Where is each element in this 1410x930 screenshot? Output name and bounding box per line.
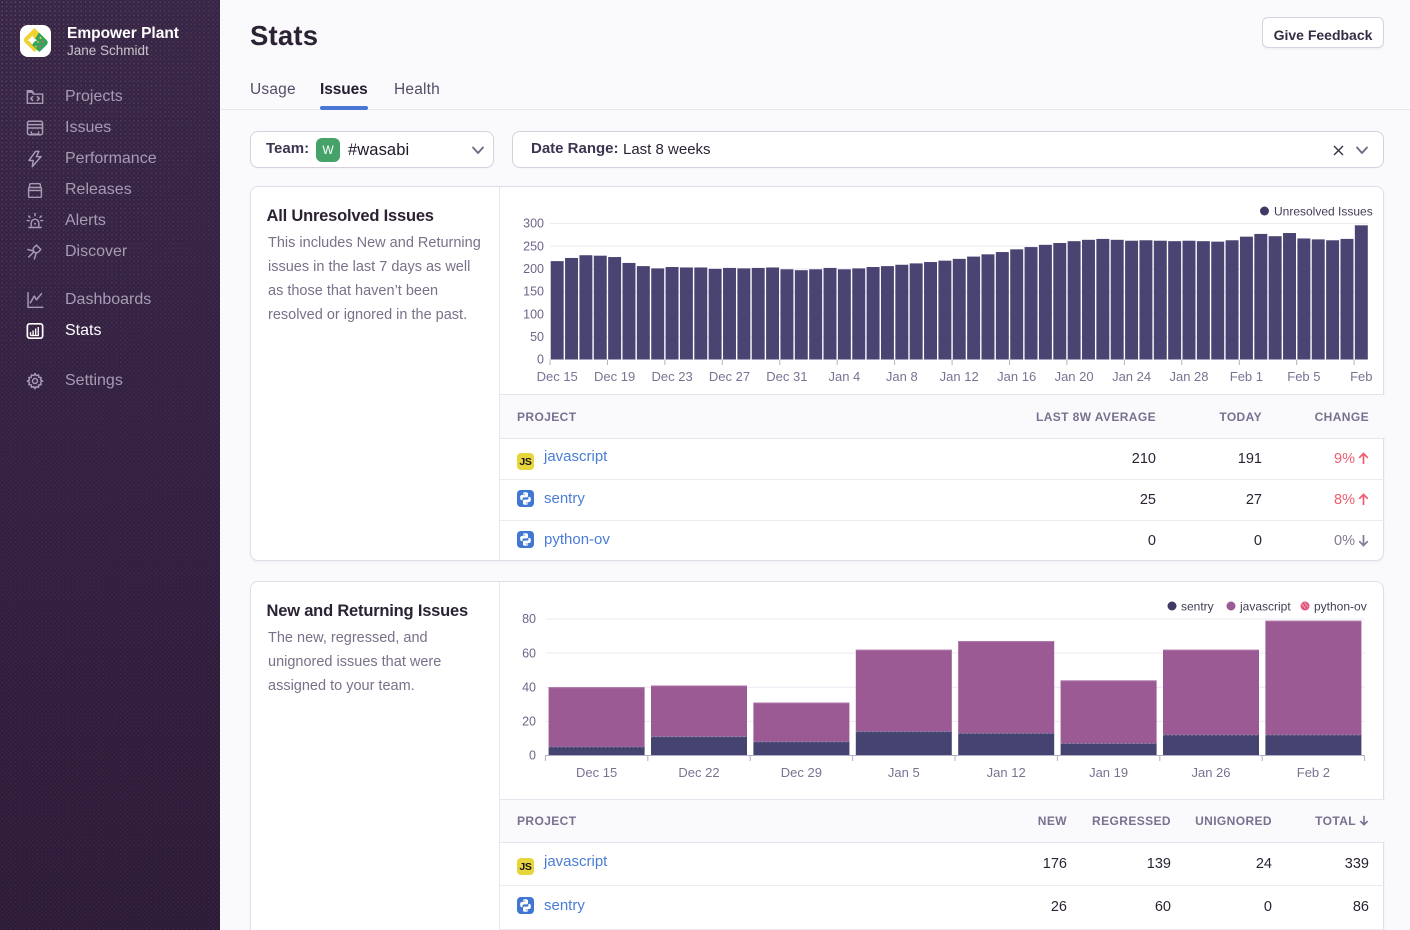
- svg-text:100: 100: [523, 307, 544, 321]
- svg-text:Dec 23: Dec 23: [651, 369, 692, 384]
- svg-text:python-ov: python-ov: [1314, 600, 1367, 614]
- svg-text:60: 60: [522, 646, 536, 660]
- svg-text:Jan 4: Jan 4: [828, 369, 860, 384]
- svg-text:Dec 27: Dec 27: [709, 369, 750, 384]
- svg-text:Jan 24: Jan 24: [1112, 369, 1151, 384]
- svg-text:Jan 20: Jan 20: [1055, 369, 1094, 384]
- svg-text:300: 300: [523, 217, 544, 231]
- svg-text:Dec 29: Dec 29: [781, 765, 822, 780]
- svg-text:Jan 5: Jan 5: [888, 765, 920, 780]
- svg-text:sentry: sentry: [1181, 600, 1214, 614]
- svg-text:Dec 19: Dec 19: [594, 369, 635, 384]
- svg-text:Jan 26: Jan 26: [1191, 765, 1230, 780]
- svg-text:250: 250: [523, 239, 544, 253]
- svg-text:Dec 15: Dec 15: [537, 369, 578, 384]
- svg-text:javascript: javascript: [1239, 600, 1291, 614]
- svg-text:80: 80: [522, 612, 536, 626]
- svg-text:Jan 8: Jan 8: [886, 369, 918, 384]
- svg-text:Jan 28: Jan 28: [1169, 369, 1208, 384]
- svg-text:150: 150: [523, 285, 544, 299]
- svg-text:50: 50: [530, 330, 544, 344]
- svg-text:20: 20: [522, 715, 536, 729]
- svg-text:Dec 22: Dec 22: [678, 765, 719, 780]
- svg-text:Jan 12: Jan 12: [940, 369, 979, 384]
- svg-text:0: 0: [537, 353, 544, 367]
- svg-text:Jan 19: Jan 19: [1089, 765, 1128, 780]
- svg-text:Jan 16: Jan 16: [997, 369, 1036, 384]
- svg-text:Dec 31: Dec 31: [766, 369, 807, 384]
- svg-text:Feb 5: Feb 5: [1287, 369, 1320, 384]
- svg-text:Dec 15: Dec 15: [576, 765, 617, 780]
- svg-text:Jan 12: Jan 12: [987, 765, 1026, 780]
- svg-text:200: 200: [523, 262, 544, 276]
- svg-text:Feb 2: Feb 2: [1297, 765, 1330, 780]
- svg-text:Feb: Feb: [1350, 369, 1372, 384]
- svg-text:40: 40: [522, 680, 536, 694]
- svg-text:0: 0: [529, 749, 536, 763]
- svg-text:Unresolved Issues: Unresolved Issues: [1274, 205, 1373, 219]
- svg-text:Feb 1: Feb 1: [1230, 369, 1263, 384]
